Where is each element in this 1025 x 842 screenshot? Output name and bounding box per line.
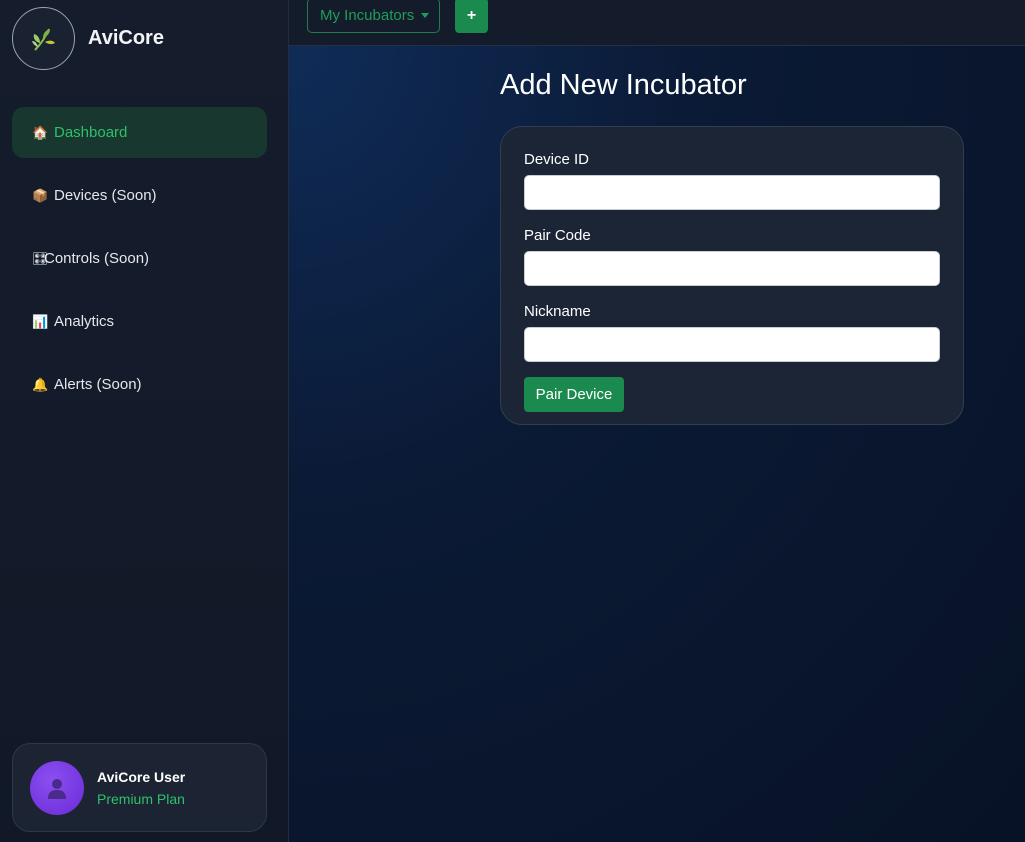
user-plan: Premium Plan [97, 790, 185, 807]
avatar [30, 760, 84, 815]
bell-icon: 🔔 [32, 376, 49, 392]
package-icon: 📦 [32, 187, 49, 203]
user-silhouette-icon [48, 778, 66, 799]
user-card[interactable]: AviCore User Premium Plan [12, 743, 267, 832]
main-content: Add New Incubator Device ID Pair Code Ni… [289, 46, 1025, 842]
sidebar-item-label: Analytics [54, 313, 115, 330]
sidebar-item-label: Devices (Soon) [54, 187, 157, 204]
pair-code-label: Pair Code [524, 227, 591, 244]
pair-code-input[interactable] [524, 251, 940, 286]
nickname-input[interactable] [524, 327, 940, 362]
pair-device-button[interactable]: Pair Device [524, 377, 624, 412]
bar-chart-icon: 📊 [32, 313, 49, 329]
control-knobs-icon: 🎛 [32, 250, 49, 266]
brand-name: AviCore [88, 27, 164, 49]
sidebar-item-label: Alerts (Soon) [54, 376, 142, 393]
sidebar-item-analytics[interactable]: 📊 Analytics [12, 296, 267, 347]
add-incubator-form: Device ID Pair Code Nickname Pair Device [500, 126, 964, 425]
sidebar-item-dashboard[interactable]: 🏠 Dashboard [12, 107, 267, 158]
topbar: My Incubators + [289, 0, 1025, 46]
app-root: AviCore 🏠 Dashboard 📦 Devices (Soon) 🎛 C… [0, 0, 1025, 842]
incubators-dropdown[interactable]: My Incubators [307, 0, 440, 33]
brand[interactable]: AviCore [12, 7, 164, 70]
sidebar-item-devices[interactable]: 📦 Devices (Soon) [12, 170, 267, 221]
user-info: AviCore User Premium Plan [97, 769, 185, 807]
add-incubator-button[interactable]: + [455, 0, 488, 33]
incubators-dropdown-label: My Incubators [320, 7, 415, 24]
device-id-input[interactable] [524, 175, 940, 210]
nickname-field-group: Nickname [524, 303, 940, 362]
device-id-label: Device ID [524, 151, 590, 168]
sidebar-item-label: Dashboard [54, 124, 128, 141]
sidebar: AviCore 🏠 Dashboard 📦 Devices (Soon) 🎛 C… [0, 0, 289, 842]
chevron-down-icon [421, 13, 430, 18]
nickname-label: Nickname [524, 303, 591, 320]
device-id-field-group: Device ID [524, 151, 940, 210]
page-title: Add New Incubator [500, 69, 747, 101]
pair-code-field-group: Pair Code [524, 227, 940, 286]
sidebar-nav: 🏠 Dashboard 📦 Devices (Soon) 🎛 Controls … [12, 107, 267, 422]
user-name: AviCore User [97, 768, 186, 785]
house-icon: 🏠 [32, 124, 49, 140]
sidebar-item-alerts[interactable]: 🔔 Alerts (Soon) [12, 359, 267, 410]
sidebar-item-label: Controls (Soon) [44, 250, 150, 267]
leaf-icon [12, 7, 75, 70]
sidebar-item-controls[interactable]: 🎛 Controls (Soon) [12, 233, 267, 284]
